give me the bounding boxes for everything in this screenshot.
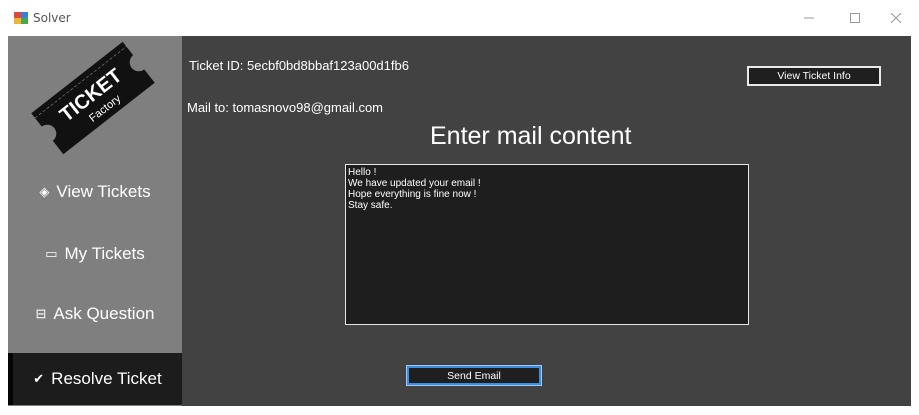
- app-body: TICKET Factory ◈ View Tickets ▭ My Ticke…: [8, 36, 911, 406]
- sidebar-item-label: Ask Question: [53, 304, 155, 323]
- eye-icon: ◈: [39, 184, 50, 199]
- sidebar-item-label: My Tickets: [64, 244, 145, 263]
- mail-content-textarea[interactable]: Hello ! We have updated your email ! Hop…: [345, 164, 749, 325]
- title-bar: Solver: [0, 0, 919, 36]
- ticket-id-label: Ticket ID: 5ecbf0bd8bbaf123a00d1fb6: [189, 58, 409, 73]
- sidebar-item-resolve-ticket[interactable]: ✔ Resolve Ticket: [8, 353, 182, 405]
- app-icon: [14, 12, 28, 25]
- inbox-icon: ⊟: [35, 306, 47, 321]
- mail-to-label: Mail to: tomasnovo98@gmail.com: [187, 100, 383, 115]
- main-content: Ticket ID: 5ecbf0bd8bbaf123a00d1fb6 Mail…: [182, 36, 911, 406]
- send-email-button[interactable]: Send Email: [406, 365, 542, 386]
- close-icon: [891, 13, 901, 23]
- sidebar-item-label: View Tickets: [56, 182, 151, 201]
- sidebar-item-label: Resolve Ticket: [51, 369, 162, 388]
- window-title: Solver: [33, 11, 71, 25]
- ticket-icon: ▭: [45, 246, 58, 261]
- ticket-factory-logo: TICKET Factory: [16, 36, 176, 156]
- maximize-button[interactable]: [832, 0, 878, 36]
- close-button[interactable]: [873, 0, 919, 36]
- sidebar-item-my-tickets[interactable]: ▭ My Tickets: [8, 228, 182, 280]
- sidebar: TICKET Factory ◈ View Tickets ▭ My Ticke…: [8, 36, 182, 406]
- check-icon: ✔: [33, 371, 45, 386]
- sidebar-item-ask-question[interactable]: ⊟ Ask Question: [8, 288, 182, 340]
- page-title: Enter mail content: [430, 122, 632, 150]
- view-ticket-info-button[interactable]: View Ticket Info: [747, 66, 881, 86]
- minimize-button[interactable]: [786, 0, 832, 36]
- maximize-icon: [850, 13, 860, 23]
- sidebar-item-view-tickets[interactable]: ◈ View Tickets: [8, 166, 182, 218]
- minimize-icon: [804, 17, 814, 19]
